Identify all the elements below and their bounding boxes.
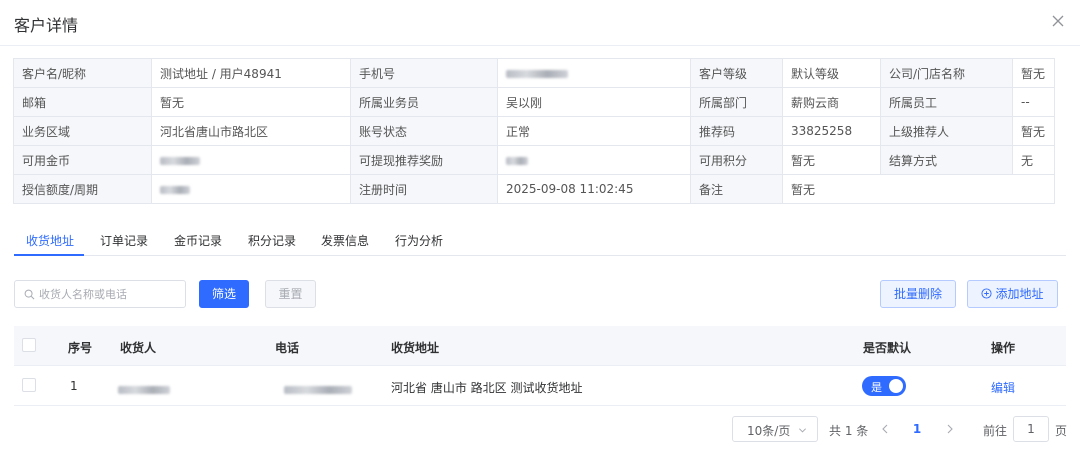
business-area-label: 业务区域	[13, 116, 152, 146]
column-header-default: 是否默认	[863, 341, 912, 355]
available-coins-label: 可用金币	[13, 145, 152, 175]
page-unit-label: 页	[1055, 424, 1068, 438]
page-size-value: 10条/页	[747, 424, 791, 438]
chevron-down-icon	[798, 428, 807, 433]
referral-code-label: 推荐码	[690, 116, 783, 146]
salesperson-label: 所属业务员	[350, 87, 498, 117]
company-name-label: 公司/门店名称	[880, 58, 1013, 88]
add-address-label: 添加地址	[995, 287, 1044, 301]
tab-points-records[interactable]: 积分记录	[248, 232, 296, 249]
masked-value	[160, 156, 200, 165]
customer-level-value: 默认等级	[782, 58, 881, 88]
customer-info-table: 客户名/昵称 测试地址 / 用户48941 手机号 客户等级 默认等级 公司/门店名称 暂无…	[13, 58, 1055, 204]
business-area-value: 河北省唐山市路北区	[151, 116, 351, 146]
referral-code-value: 33825258	[782, 116, 881, 146]
receiver-masked	[118, 382, 170, 396]
withdrawable-reward-value	[497, 145, 691, 175]
settlement-method-label: 结算方式	[880, 145, 1013, 175]
remark-label: 备注	[690, 174, 783, 204]
search-icon	[24, 289, 35, 300]
account-status-label: 账号状态	[350, 116, 498, 146]
search-box[interactable]	[14, 280, 186, 308]
table-row: 1 河北省 唐山市 路北区 测试收货地址 是 编辑	[14, 366, 1066, 406]
pagination-total: 共 1 条	[829, 424, 869, 438]
salesperson-value: 吴以刚	[497, 87, 691, 117]
employee-label: 所属员工	[880, 87, 1013, 117]
toggle-knob	[889, 379, 903, 393]
phone-masked	[284, 382, 352, 396]
default-toggle-label: 是	[871, 381, 882, 394]
detail-tabs: 收货地址 订单记录 金币记录 积分记录 发票信息 行为分析	[14, 228, 1066, 256]
row-checkbox[interactable]	[22, 378, 36, 392]
info-row: 邮箱 暂无 所属业务员 吴以刚 所属部门 薪购云商 所属员工 --	[13, 87, 1055, 117]
info-row: 客户名/昵称 测试地址 / 用户48941 手机号 客户等级 默认等级 公司/门店名称 暂无	[13, 58, 1055, 88]
filter-button[interactable]: 筛选	[199, 280, 249, 308]
tab-shipping-address[interactable]: 收货地址	[26, 232, 74, 249]
customer-name-label: 客户名/昵称	[13, 58, 152, 88]
edit-link[interactable]: 编辑	[991, 379, 1015, 396]
batch-delete-button[interactable]: 批量删除	[880, 280, 956, 308]
remark-value: 暂无	[782, 174, 1055, 204]
department-value: 薪购云商	[782, 87, 881, 117]
column-header-index: 序号	[68, 341, 93, 355]
page-number-current[interactable]: 1	[909, 422, 925, 436]
customer-level-label: 客户等级	[690, 58, 783, 88]
reset-button[interactable]: 重置	[265, 280, 316, 308]
dialog-header: 客户详情	[0, 0, 1080, 46]
credit-limit-value	[151, 174, 351, 204]
credit-limit-label: 授信额度/周期	[13, 174, 152, 204]
employee-value: --	[1012, 87, 1055, 117]
table-header: 序号 收货人 电话 收货地址 是否默认 操作	[14, 326, 1066, 366]
column-header-receiver: 收货人	[120, 341, 157, 355]
company-name-value: 暂无	[1012, 58, 1055, 88]
department-label: 所属部门	[690, 87, 783, 117]
phone-value	[497, 58, 691, 88]
referrer-label: 上级推荐人	[880, 116, 1013, 146]
available-points-label: 可用积分	[690, 145, 783, 175]
page-size-select[interactable]: 10条/页	[732, 416, 818, 442]
tab-order-records[interactable]: 订单记录	[100, 232, 148, 249]
column-header-actions: 操作	[991, 341, 1016, 355]
email-value: 暂无	[151, 87, 351, 117]
email-label: 邮箱	[13, 87, 152, 117]
plus-circle-icon	[981, 288, 993, 299]
masked-value	[160, 185, 190, 194]
column-header-address: 收货地址	[391, 341, 440, 355]
masked-value	[506, 156, 528, 165]
default-toggle[interactable]: 是	[862, 376, 906, 396]
settlement-method-value: 无	[1012, 145, 1055, 175]
register-time-value: 2025-09-08 11:02:45	[497, 174, 691, 204]
info-row: 业务区域 河北省唐山市路北区 账号状态 正常 推荐码 33825258 上级推荐人 暂无	[13, 116, 1055, 146]
chevron-left-icon[interactable]	[876, 419, 894, 439]
account-status-value: 正常	[497, 116, 691, 146]
info-row: 可用金币 可提现推荐奖励 可用积分 暂无 结算方式无	[13, 145, 1055, 175]
available-points-value: 暂无	[782, 145, 881, 175]
dialog-title: 客户详情	[14, 16, 79, 35]
masked-value	[506, 69, 568, 78]
goto-page-input[interactable]	[1013, 416, 1049, 442]
chevron-right-icon[interactable]	[941, 419, 959, 439]
register-time-label: 注册时间	[350, 174, 498, 204]
add-address-button[interactable]: 添加地址	[967, 280, 1058, 308]
column-header-phone: 电话	[275, 341, 300, 355]
row-address: 河北省 唐山市 路北区 测试收货地址	[391, 381, 583, 395]
tab-behavior-analysis[interactable]: 行为分析	[395, 232, 443, 249]
referrer-value: 暂无	[1012, 116, 1055, 146]
search-input[interactable]	[39, 285, 179, 303]
info-row: 授信额度/周期 注册时间 2025-09-08 11:02:45 备注 暂无	[13, 174, 1055, 204]
goto-label: 前往	[983, 424, 1008, 438]
phone-label: 手机号	[350, 58, 498, 88]
customer-name-value: 测试地址 / 用户48941	[151, 58, 351, 88]
available-coins-value	[151, 145, 351, 175]
select-all-checkbox[interactable]	[22, 338, 36, 352]
close-icon[interactable]	[1050, 13, 1066, 29]
tab-coin-records[interactable]: 金币记录	[174, 232, 222, 249]
tab-invoice-info[interactable]: 发票信息	[321, 232, 369, 249]
row-index: 1	[70, 379, 78, 393]
tab-active-indicator	[14, 254, 84, 256]
withdrawable-reward-label: 可提现推荐奖励	[350, 145, 498, 175]
